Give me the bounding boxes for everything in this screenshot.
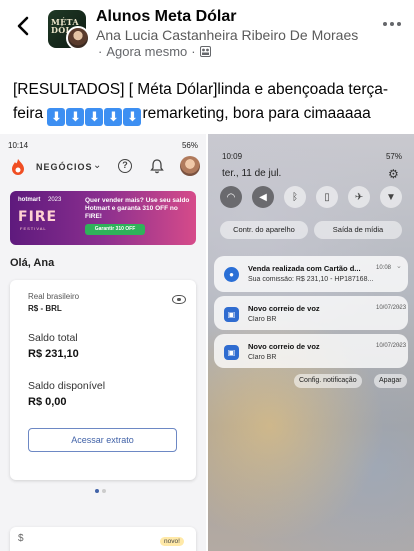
post-meta: · Agora mesmo ·	[98, 44, 211, 59]
chevron-down-icon[interactable]: ⌄	[93, 160, 101, 171]
author-avatar[interactable]	[66, 26, 90, 50]
shade-date: ter., 11 de jul.	[222, 168, 282, 179]
portrait-toggle[interactable]: ▯	[316, 186, 338, 208]
clear-notifications-button[interactable]: Apagar	[374, 374, 407, 388]
meta-prefix: ·	[98, 44, 103, 59]
notification-voicemail-1[interactable]: ▣ Novo correio de voz 10/07/2023 ⌄ Claro…	[214, 296, 408, 330]
media-output-button[interactable]: Saída de mídia	[314, 221, 402, 239]
notification-time: 10:08	[376, 265, 392, 271]
quick-settings: ◠ ◀ ᛒ ▯ ✈ ▼	[220, 186, 402, 208]
notification-sale[interactable]: ● Venda realizada com Cartão d... 10:08 …	[214, 256, 408, 292]
notification-voicemail-2[interactable]: ▣ Novo correio de voz 10/07/2023 ⌄ Claro…	[214, 334, 408, 368]
currency-label: Real brasileiro	[28, 292, 80, 301]
rotate-lock-icon: ▯	[324, 191, 330, 203]
device-control-button[interactable]: Contr. do aparelho	[220, 221, 308, 239]
author-name[interactable]: Ana Lucia Castanheira Ribeiro De Moraes	[96, 27, 358, 43]
flashlight-icon: ▼	[386, 191, 396, 203]
banner-cta-button[interactable]: Garantir 310 OFF	[85, 224, 145, 235]
group-name[interactable]: Alunos Meta Dólar	[96, 8, 236, 26]
available-balance-label: Saldo disponível	[28, 380, 106, 392]
down-arrow-emoji: ⬇	[47, 108, 66, 126]
chevron-left-icon	[17, 16, 29, 36]
voicemail-icon: ▣	[224, 307, 239, 322]
greeting: Olá, Ana	[10, 257, 55, 269]
balance-card: Real brasileiro R$ - BRL Saldo total R$ …	[10, 280, 196, 480]
banner-fire-logo: FIRE	[18, 209, 58, 225]
post-text-after: remarketing, bora para cimaaaaa	[142, 105, 371, 122]
post-timestamp[interactable]: Agora mesmo	[106, 44, 187, 59]
post-text: [RESULTADOS] [ Méta Dólar]linda e abenço…	[13, 78, 405, 126]
notification-title: Venda realizada com Cartão d...	[248, 264, 361, 273]
notification-title: Novo correio de voz	[248, 342, 320, 351]
statement-button[interactable]: Acessar extrato	[28, 428, 177, 452]
banner-year: 2023	[48, 197, 62, 203]
eye-icon[interactable]	[172, 295, 186, 304]
total-balance-label: Saldo total	[28, 332, 78, 344]
profile-avatar[interactable]	[180, 156, 200, 176]
status-battery: 56%	[181, 141, 198, 150]
meta-separator: ·	[191, 44, 196, 59]
flashlight-toggle[interactable]: ▼	[380, 186, 402, 208]
hotmart-screenshot[interactable]: 10:14 56% NEGÓCIOS ⌄ ? hotmart 2023 FIRE…	[0, 134, 206, 551]
notification-body: Claro BR	[248, 354, 277, 361]
down-arrow-emoji: ⬇	[66, 108, 85, 126]
sound-toggle[interactable]: ◀	[252, 186, 274, 208]
notification-body: Claro BR	[248, 316, 277, 323]
notification-body: Sua comissão: R$ 231,10 - HP187168...	[248, 276, 374, 283]
total-balance-value: R$ 231,10	[28, 348, 79, 360]
status-bar-right: 10:09 57%	[222, 152, 402, 161]
bluetooth-toggle[interactable]: ᛒ	[284, 186, 306, 208]
more-options-button[interactable]	[380, 16, 404, 32]
banner-festival: FESTIVAL	[20, 226, 47, 231]
more-dots-icon	[383, 22, 387, 26]
wifi-icon: ◠	[226, 191, 236, 203]
voicemail-icon: ▣	[224, 345, 239, 360]
new-badge: novo!	[160, 537, 184, 546]
second-card[interactable]: $ novo!	[10, 527, 196, 551]
available-balance-value: R$ 0,00	[28, 396, 67, 408]
status-time: 10:14	[8, 141, 29, 150]
speaker-icon: ◀	[259, 191, 267, 203]
section-selector[interactable]: NEGÓCIOS	[36, 162, 93, 172]
airplane-toggle[interactable]: ✈	[348, 186, 370, 208]
help-icon[interactable]: ?	[118, 159, 132, 173]
banner-brand: hotmart	[18, 197, 41, 203]
hotmart-icon: ●	[224, 267, 239, 282]
coin-icon: $	[18, 533, 24, 544]
banner-promo-text: Quer vender mais? Use seu saldo Hotmart …	[85, 197, 190, 220]
notification-screenshot[interactable]: 10:09 57% ter., 11 de jul. ⚙ ◠ ◀ ᛒ ▯ ✈ ▼…	[208, 134, 414, 551]
group-privacy-icon	[199, 46, 211, 57]
wifi-toggle[interactable]: ◠	[220, 186, 242, 208]
bluetooth-icon: ᛒ	[292, 191, 298, 203]
chevron-down-icon[interactable]: ⌄	[396, 340, 402, 348]
airplane-icon: ✈	[354, 191, 364, 203]
notification-settings-button[interactable]: Config. notificação	[294, 374, 362, 388]
hotmart-flame-icon	[12, 159, 24, 175]
chevron-down-icon[interactable]: ⌄	[396, 302, 402, 310]
app-bar: NEGÓCIOS ⌄ ?	[0, 152, 206, 182]
carousel-dots[interactable]	[95, 489, 106, 493]
down-arrow-emoji: ⬇	[104, 108, 123, 126]
status-time-right: 10:09	[222, 152, 243, 161]
chevron-down-icon[interactable]: ⌄	[396, 262, 402, 270]
promo-banner[interactable]: hotmart 2023 FIRE FESTIVAL Quer vender m…	[10, 191, 196, 245]
back-button[interactable]	[12, 12, 34, 40]
down-arrow-emoji: ⬇	[123, 108, 142, 126]
bell-icon[interactable]	[150, 158, 164, 174]
down-arrow-emoji: ⬇	[85, 108, 104, 126]
arrow-emojis: ⬇ ⬇ ⬇ ⬇ ⬇	[47, 105, 142, 126]
gear-icon[interactable]: ⚙	[388, 167, 399, 181]
status-battery-right: 57%	[385, 152, 402, 161]
post-header: MÉTA DÓL Alunos Meta Dólar Ana Lucia Cas…	[0, 0, 414, 66]
currency-code: R$ - BRL	[28, 304, 62, 313]
notification-title: Novo correio de voz	[248, 304, 320, 313]
